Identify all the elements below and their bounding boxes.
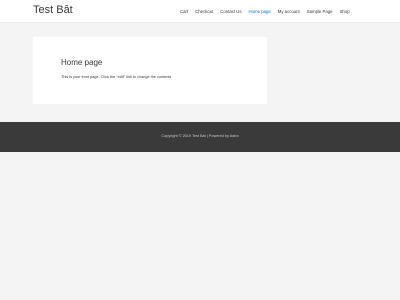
nav-item-my-account[interactable]: My account [278,9,300,14]
site-footer: Copyright © 2019 Test Bât | Powered by A… [0,122,400,152]
nav-item-sample-page[interactable]: Sample Page [307,9,333,14]
site-title-link[interactable]: Test Bât [33,4,73,16]
nav-item-checkout[interactable]: Checkout [195,9,213,14]
page-content: This is your front page. Click the "edit… [61,75,172,79]
page-title: Home page [61,58,103,67]
footer-copyright: Copyright © 2019 Test Bât | Powered by A… [161,134,239,138]
nav-item-home-page[interactable]: Home page [249,9,271,14]
nav-item-shop[interactable]: Shop [340,9,350,14]
nav-item-cart[interactable]: Cart [180,9,188,14]
primary-navigation: Cart Checkout Contact Us Home page My ac… [180,0,357,22]
content-card: Home page This is your front page. Click… [33,37,267,104]
nav-item-contact-us[interactable]: Contact Us [220,9,241,14]
site-header: Test Bât Cart Checkout Contact Us Home p… [0,0,400,23]
